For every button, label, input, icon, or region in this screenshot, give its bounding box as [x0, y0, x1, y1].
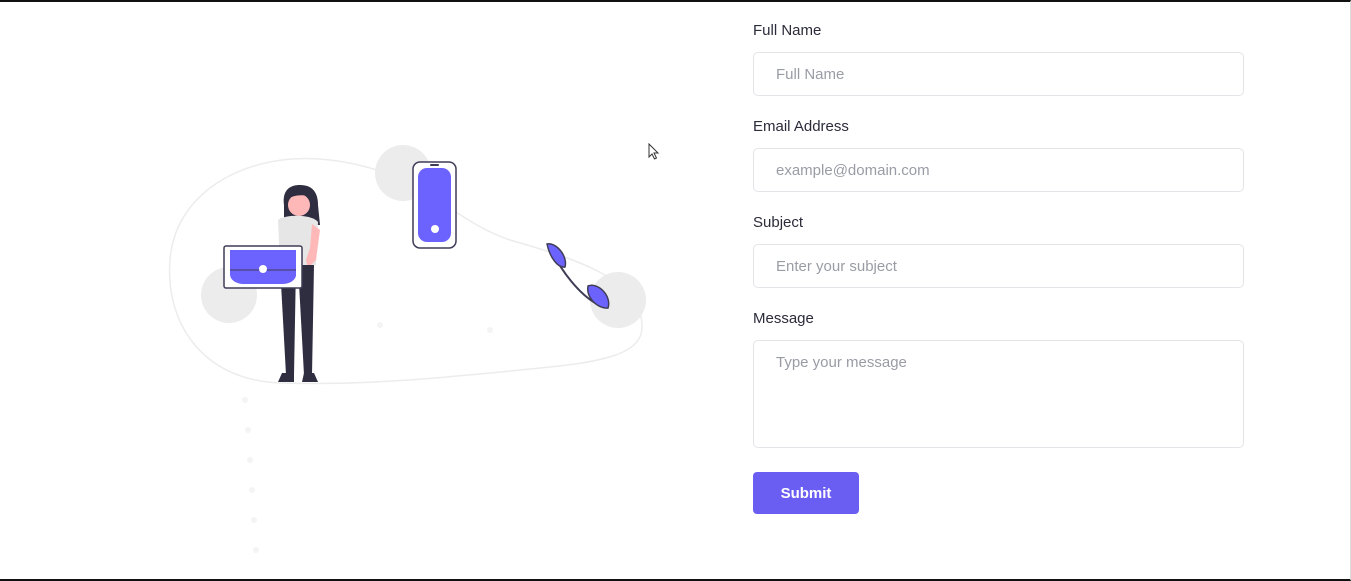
person-illustration — [223, 185, 320, 382]
subject-input[interactable] — [753, 244, 1244, 288]
email-label: Email Address — [753, 118, 849, 135]
decorative-dots — [242, 322, 493, 553]
message-textarea[interactable] — [753, 340, 1244, 448]
full-name-field: Full Name — [753, 22, 1244, 96]
mouse-pointer-icon — [648, 143, 660, 160]
submit-button[interactable]: Submit — [753, 472, 859, 514]
contact-form: Full Name Email Address Subject Message … — [753, 22, 1244, 514]
message-label: Message — [753, 310, 814, 327]
email-input[interactable] — [753, 148, 1244, 192]
message-field: Message — [753, 310, 1244, 448]
phone-illustration — [412, 161, 457, 249]
subject-label: Subject — [753, 214, 804, 231]
email-field: Email Address — [753, 118, 1244, 192]
full-name-input[interactable] — [753, 52, 1244, 96]
contact-illustration — [168, 145, 646, 553]
subject-field: Subject — [753, 214, 1244, 288]
handset-illustration — [546, 243, 610, 309]
full-name-label: Full Name — [753, 22, 822, 39]
